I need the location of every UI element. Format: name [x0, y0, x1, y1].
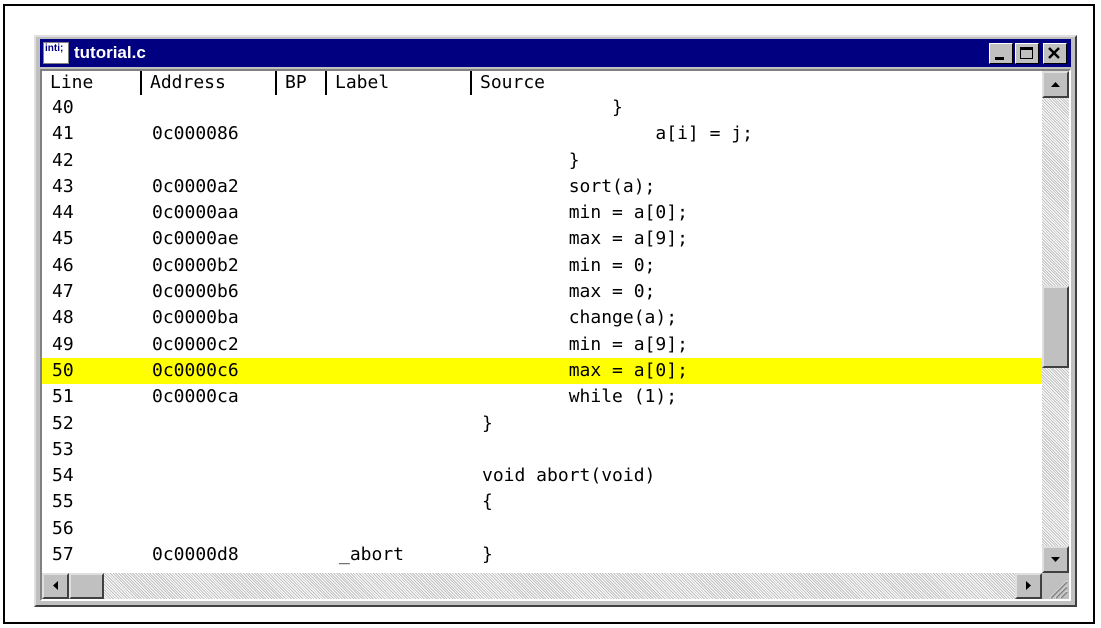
- column-header-bp[interactable]: BP: [277, 71, 327, 95]
- line-number-cell: 49: [52, 333, 74, 355]
- source-row[interactable]: 55 {: [42, 489, 1042, 515]
- label-cell: _abort: [339, 544, 405, 566]
- line-number-cell: 54: [52, 465, 74, 487]
- line-number-cell: 42: [52, 149, 74, 171]
- source-row[interactable]: 40 }: [42, 95, 1042, 121]
- line-number-cell: 47: [52, 281, 74, 303]
- scroll-left-button[interactable]: [42, 573, 69, 599]
- column-header-label[interactable]: Label: [327, 71, 472, 95]
- source-code-cell: change(a);: [482, 307, 678, 329]
- source-row[interactable]: 48 0c0000ba change(a);: [42, 305, 1042, 331]
- close-button[interactable]: [1043, 43, 1067, 64]
- window-title: tutorial.c: [74, 43, 146, 62]
- scroll-down-button[interactable]: [1042, 546, 1069, 573]
- resize-grip-icon: [1049, 580, 1068, 599]
- address-cell: 0c0000d8: [152, 544, 239, 566]
- line-number-cell: 55: [52, 491, 74, 513]
- source-code-cell: max = 0;: [482, 281, 656, 303]
- source-code-cell: }: [482, 97, 623, 118]
- address-cell: 0c0000c6: [152, 359, 239, 381]
- source-code-cell: max = a[0];: [482, 359, 688, 381]
- source-code-cell: {: [482, 491, 493, 513]
- arrow-left-icon: [53, 581, 58, 590]
- line-number-cell: 45: [52, 228, 74, 250]
- source-row[interactable]: 56: [42, 516, 1042, 542]
- address-cell: 0c0000a2: [152, 175, 239, 197]
- line-number-cell: 56: [52, 517, 74, 539]
- address-cell: 0c0000b6: [152, 281, 239, 303]
- source-row[interactable]: 53: [42, 437, 1042, 463]
- source-code-cell: void abort(void): [482, 465, 656, 487]
- line-number-cell: 57: [52, 544, 74, 566]
- source-view: Line Address BP Label Source 40 } 41 0c000…: [40, 69, 1071, 601]
- minimize-icon: [995, 57, 1004, 60]
- arrow-up-icon: [1051, 82, 1060, 87]
- source-grid[interactable]: Line Address BP Label Source 40 } 41 0c000…: [42, 71, 1042, 573]
- maximize-button[interactable]: [1015, 43, 1039, 64]
- source-row[interactable]: 54 void abort(void): [42, 463, 1042, 489]
- column-header-source[interactable]: Source: [472, 71, 1042, 95]
- source-row[interactable]: 52}: [42, 411, 1042, 437]
- source-code-cell: min = 0;: [482, 254, 656, 276]
- arrow-down-icon: [1051, 557, 1060, 562]
- line-number-cell: 53: [52, 438, 74, 460]
- source-row[interactable]: 42 }: [42, 148, 1042, 174]
- source-row[interactable]: 47 0c0000b6 max = 0;: [42, 279, 1042, 305]
- vertical-scrollbar[interactable]: [1042, 71, 1069, 573]
- close-icon: [1048, 47, 1060, 59]
- address-cell: 0c0000ba: [152, 307, 239, 329]
- column-header-line[interactable]: Line: [42, 71, 142, 95]
- title-bar[interactable]: inti; tutorial.c: [40, 39, 1071, 67]
- source-rows: 40 } 41 0c000086 a[i] = j; 42 } 43 0c0000a2 s…: [42, 95, 1042, 568]
- vertical-scroll-thumb[interactable]: [1042, 286, 1069, 368]
- source-row[interactable]: 43 0c0000a2 sort(a);: [42, 174, 1042, 200]
- source-row[interactable]: 41 0c000086 a[i] = j;: [42, 121, 1042, 147]
- source-code-cell: a[i] = j;: [482, 123, 753, 145]
- address-cell: 0c0000aa: [152, 202, 239, 224]
- address-cell: 0c000086: [152, 123, 239, 145]
- source-row[interactable]: 46 0c0000b2 min = 0;: [42, 253, 1042, 279]
- app-icon[interactable]: inti;: [43, 42, 69, 64]
- source-code-cell: while (1);: [482, 386, 678, 408]
- address-cell: 0c0000ae: [152, 228, 239, 250]
- maximize-icon: [1020, 47, 1033, 59]
- source-code-cell: sort(a);: [482, 175, 656, 197]
- source-code-cell: min = a[0];: [482, 202, 688, 224]
- line-number-cell: 50: [52, 359, 74, 381]
- source-code-cell: }: [482, 544, 493, 566]
- source-row[interactable]: 44 0c0000aa min = a[0];: [42, 200, 1042, 226]
- scroll-right-button[interactable]: [1015, 573, 1042, 599]
- line-number-cell: 40: [52, 97, 74, 118]
- source-row[interactable]: 45 0c0000ae max = a[9];: [42, 226, 1042, 252]
- line-number-cell: 43: [52, 175, 74, 197]
- column-header-address[interactable]: Address: [142, 71, 277, 95]
- arrow-right-icon: [1026, 581, 1031, 590]
- line-number-cell: 44: [52, 202, 74, 224]
- line-number-cell: 48: [52, 307, 74, 329]
- source-code-cell: max = a[9];: [482, 228, 688, 250]
- column-header: Line Address BP Label Source: [42, 71, 1042, 95]
- source-row[interactable]: 57 0c0000d8 _abort}: [42, 542, 1042, 568]
- source-code-cell: }: [482, 412, 493, 434]
- line-number-cell: 46: [52, 254, 74, 276]
- line-number-cell: 52: [52, 412, 74, 434]
- source-code-cell: min = a[9];: [482, 333, 688, 355]
- resize-grip[interactable]: [1042, 573, 1069, 599]
- horizontal-scroll-thumb[interactable]: [69, 573, 104, 599]
- scroll-up-button[interactable]: [1042, 71, 1069, 98]
- address-cell: 0c0000b2: [152, 254, 239, 276]
- line-number-cell: 41: [52, 123, 74, 145]
- source-code-cell: }: [482, 149, 580, 171]
- minimize-button[interactable]: [989, 43, 1013, 64]
- source-row[interactable]: 51 0c0000ca while (1);: [42, 384, 1042, 410]
- line-number-cell: 51: [52, 386, 74, 408]
- address-cell: 0c0000c2: [152, 333, 239, 355]
- address-cell: 0c0000ca: [152, 386, 239, 408]
- source-row[interactable]: 49 0c0000c2 min = a[9];: [42, 332, 1042, 358]
- horizontal-scrollbar[interactable]: [42, 573, 1042, 599]
- figure-frame: inti; tutorial.c Line Address BP Label S…: [3, 4, 1095, 624]
- current-source-row[interactable]: 50 0c0000c6 max = a[0];: [42, 357, 1042, 385]
- source-window: inti; tutorial.c Line Address BP Label S…: [34, 35, 1077, 607]
